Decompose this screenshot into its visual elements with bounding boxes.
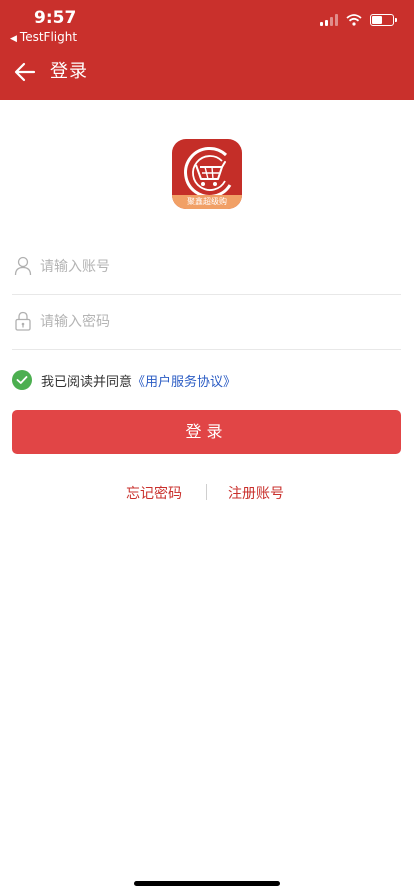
- app-logo: 聚鑫超级购: [172, 139, 242, 209]
- account-input[interactable]: [38, 251, 392, 283]
- checkmark-icon: [16, 376, 28, 384]
- user-icon: [14, 256, 32, 276]
- arrow-left-icon[interactable]: [12, 58, 40, 86]
- auth-links: 忘记密码 注册账号: [0, 480, 414, 506]
- page-title: 登录: [50, 61, 88, 82]
- home-indicator[interactable]: [134, 881, 280, 886]
- agree-checkbox[interactable]: [12, 370, 32, 390]
- link-divider: [206, 484, 207, 500]
- agreement-text: 我已阅读并同意: [41, 374, 133, 390]
- app-header: 9:57 ◀ TestFlight 登录: [0, 0, 414, 100]
- lock-icon: [15, 311, 31, 331]
- wifi-icon: [346, 14, 362, 26]
- status-back-label: TestFlight: [19, 30, 78, 44]
- status-back-app[interactable]: ◀ TestFlight: [10, 30, 77, 44]
- back-triangle-icon: ◀: [10, 34, 17, 44]
- logo-banner: 聚鑫超级购: [172, 195, 242, 209]
- register-link[interactable]: 注册账号: [228, 483, 284, 503]
- password-field: [12, 294, 401, 350]
- account-field: [12, 239, 401, 295]
- password-input[interactable]: [38, 306, 392, 338]
- login-button[interactable]: 登录: [12, 410, 401, 454]
- battery-icon: [370, 14, 397, 26]
- status-time: 9:57: [34, 8, 77, 28]
- agreement-row: 我已阅读并同意 《用户服务协议》: [12, 370, 236, 390]
- status-indicators: [320, 14, 397, 26]
- agreement-link[interactable]: 《用户服务协议》: [132, 371, 236, 390]
- signal-icon: [320, 14, 338, 26]
- forgot-password-link[interactable]: 忘记密码: [126, 483, 182, 503]
